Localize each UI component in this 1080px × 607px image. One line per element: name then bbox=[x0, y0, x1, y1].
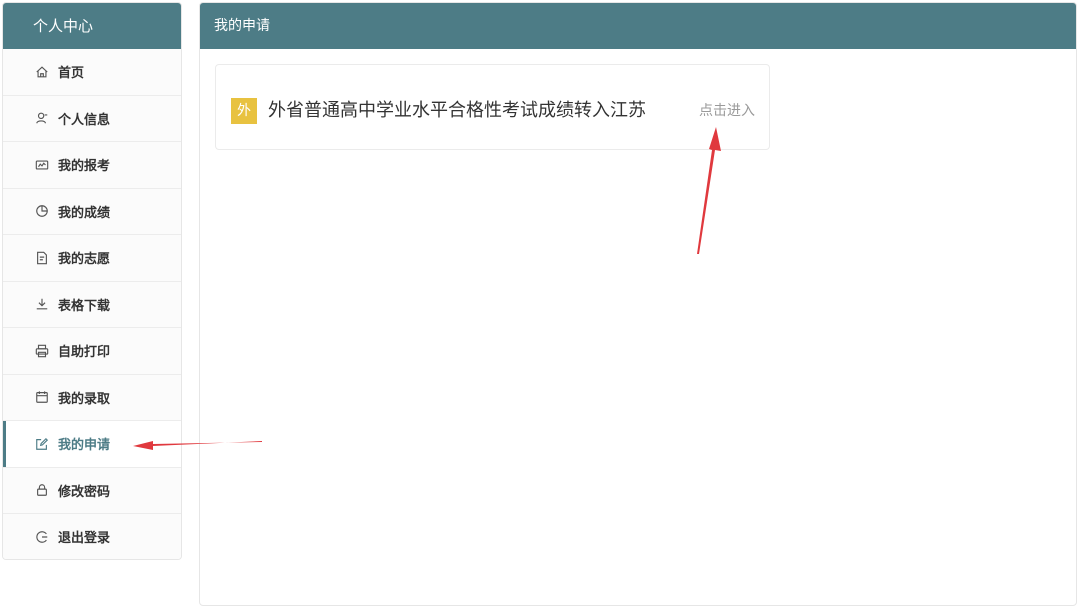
sidebar-item-downloads[interactable]: 表格下载 bbox=[3, 281, 181, 328]
sidebar-item-label: 个人信息 bbox=[58, 112, 111, 128]
sidebar-item-registration[interactable]: 我的报考 bbox=[3, 142, 181, 189]
page-title: 我的申请 bbox=[200, 3, 1076, 49]
sidebar-item-label: 我的成绩 bbox=[58, 205, 111, 221]
pie-chart-icon bbox=[35, 204, 49, 218]
sidebar-item-label: 我的报考 bbox=[58, 159, 111, 175]
ticket-icon bbox=[35, 158, 49, 172]
sidebar-item-scores[interactable]: 我的成绩 bbox=[3, 188, 181, 235]
application-title: 外省普通高中学业水平合格性考试成绩转入江苏 bbox=[268, 100, 646, 121]
lock-icon bbox=[35, 483, 49, 497]
page: 个人中心 首页 个人信息 我的报考 我的成绩 我的志愿 表格下载 自助打印 我的… bbox=[0, 0, 1080, 607]
sidebar-item-home[interactable]: 首页 bbox=[3, 49, 181, 96]
sidebar-item-label: 自助打印 bbox=[58, 345, 111, 361]
printer-icon bbox=[35, 344, 49, 358]
sidebar-item-label: 我的录取 bbox=[58, 391, 111, 407]
download-icon bbox=[35, 297, 49, 311]
edit-icon bbox=[35, 437, 49, 451]
sidebar-title: 个人中心 bbox=[3, 3, 181, 49]
application-badge: 外 bbox=[231, 98, 257, 124]
sidebar-item-volunteer[interactable]: 我的志愿 bbox=[3, 235, 181, 282]
sidebar-item-label: 我的申请 bbox=[58, 438, 111, 454]
sidebar-item-logout[interactable]: 退出登录 bbox=[3, 514, 181, 559]
sidebar-item-applications[interactable]: 我的申请 bbox=[3, 421, 181, 468]
sidebar-item-admission[interactable]: 我的录取 bbox=[3, 374, 181, 421]
sidebar-item-label: 首页 bbox=[58, 66, 85, 82]
enter-link[interactable]: 点击进入 bbox=[699, 98, 755, 124]
logout-icon bbox=[35, 530, 49, 544]
sidebar-item-profile[interactable]: 个人信息 bbox=[3, 95, 181, 142]
calendar-icon bbox=[35, 390, 49, 404]
main-panel: 我的申请 外 外省普通高中学业水平合格性考试成绩转入江苏 点击进入 bbox=[199, 2, 1077, 606]
user-icon bbox=[35, 111, 49, 125]
sidebar: 个人中心 首页 个人信息 我的报考 我的成绩 我的志愿 表格下载 自助打印 我的… bbox=[2, 2, 182, 560]
sidebar-item-label: 修改密码 bbox=[58, 484, 111, 500]
document-icon bbox=[35, 251, 49, 265]
application-card[interactable]: 外 外省普通高中学业水平合格性考试成绩转入江苏 点击进入 bbox=[215, 64, 770, 150]
sidebar-item-label: 表格下载 bbox=[58, 298, 111, 314]
sidebar-item-password[interactable]: 修改密码 bbox=[3, 467, 181, 514]
sidebar-item-label: 我的志愿 bbox=[58, 252, 111, 268]
sidebar-item-print[interactable]: 自助打印 bbox=[3, 328, 181, 375]
sidebar-item-label: 退出登录 bbox=[58, 531, 111, 547]
home-icon bbox=[35, 65, 49, 79]
